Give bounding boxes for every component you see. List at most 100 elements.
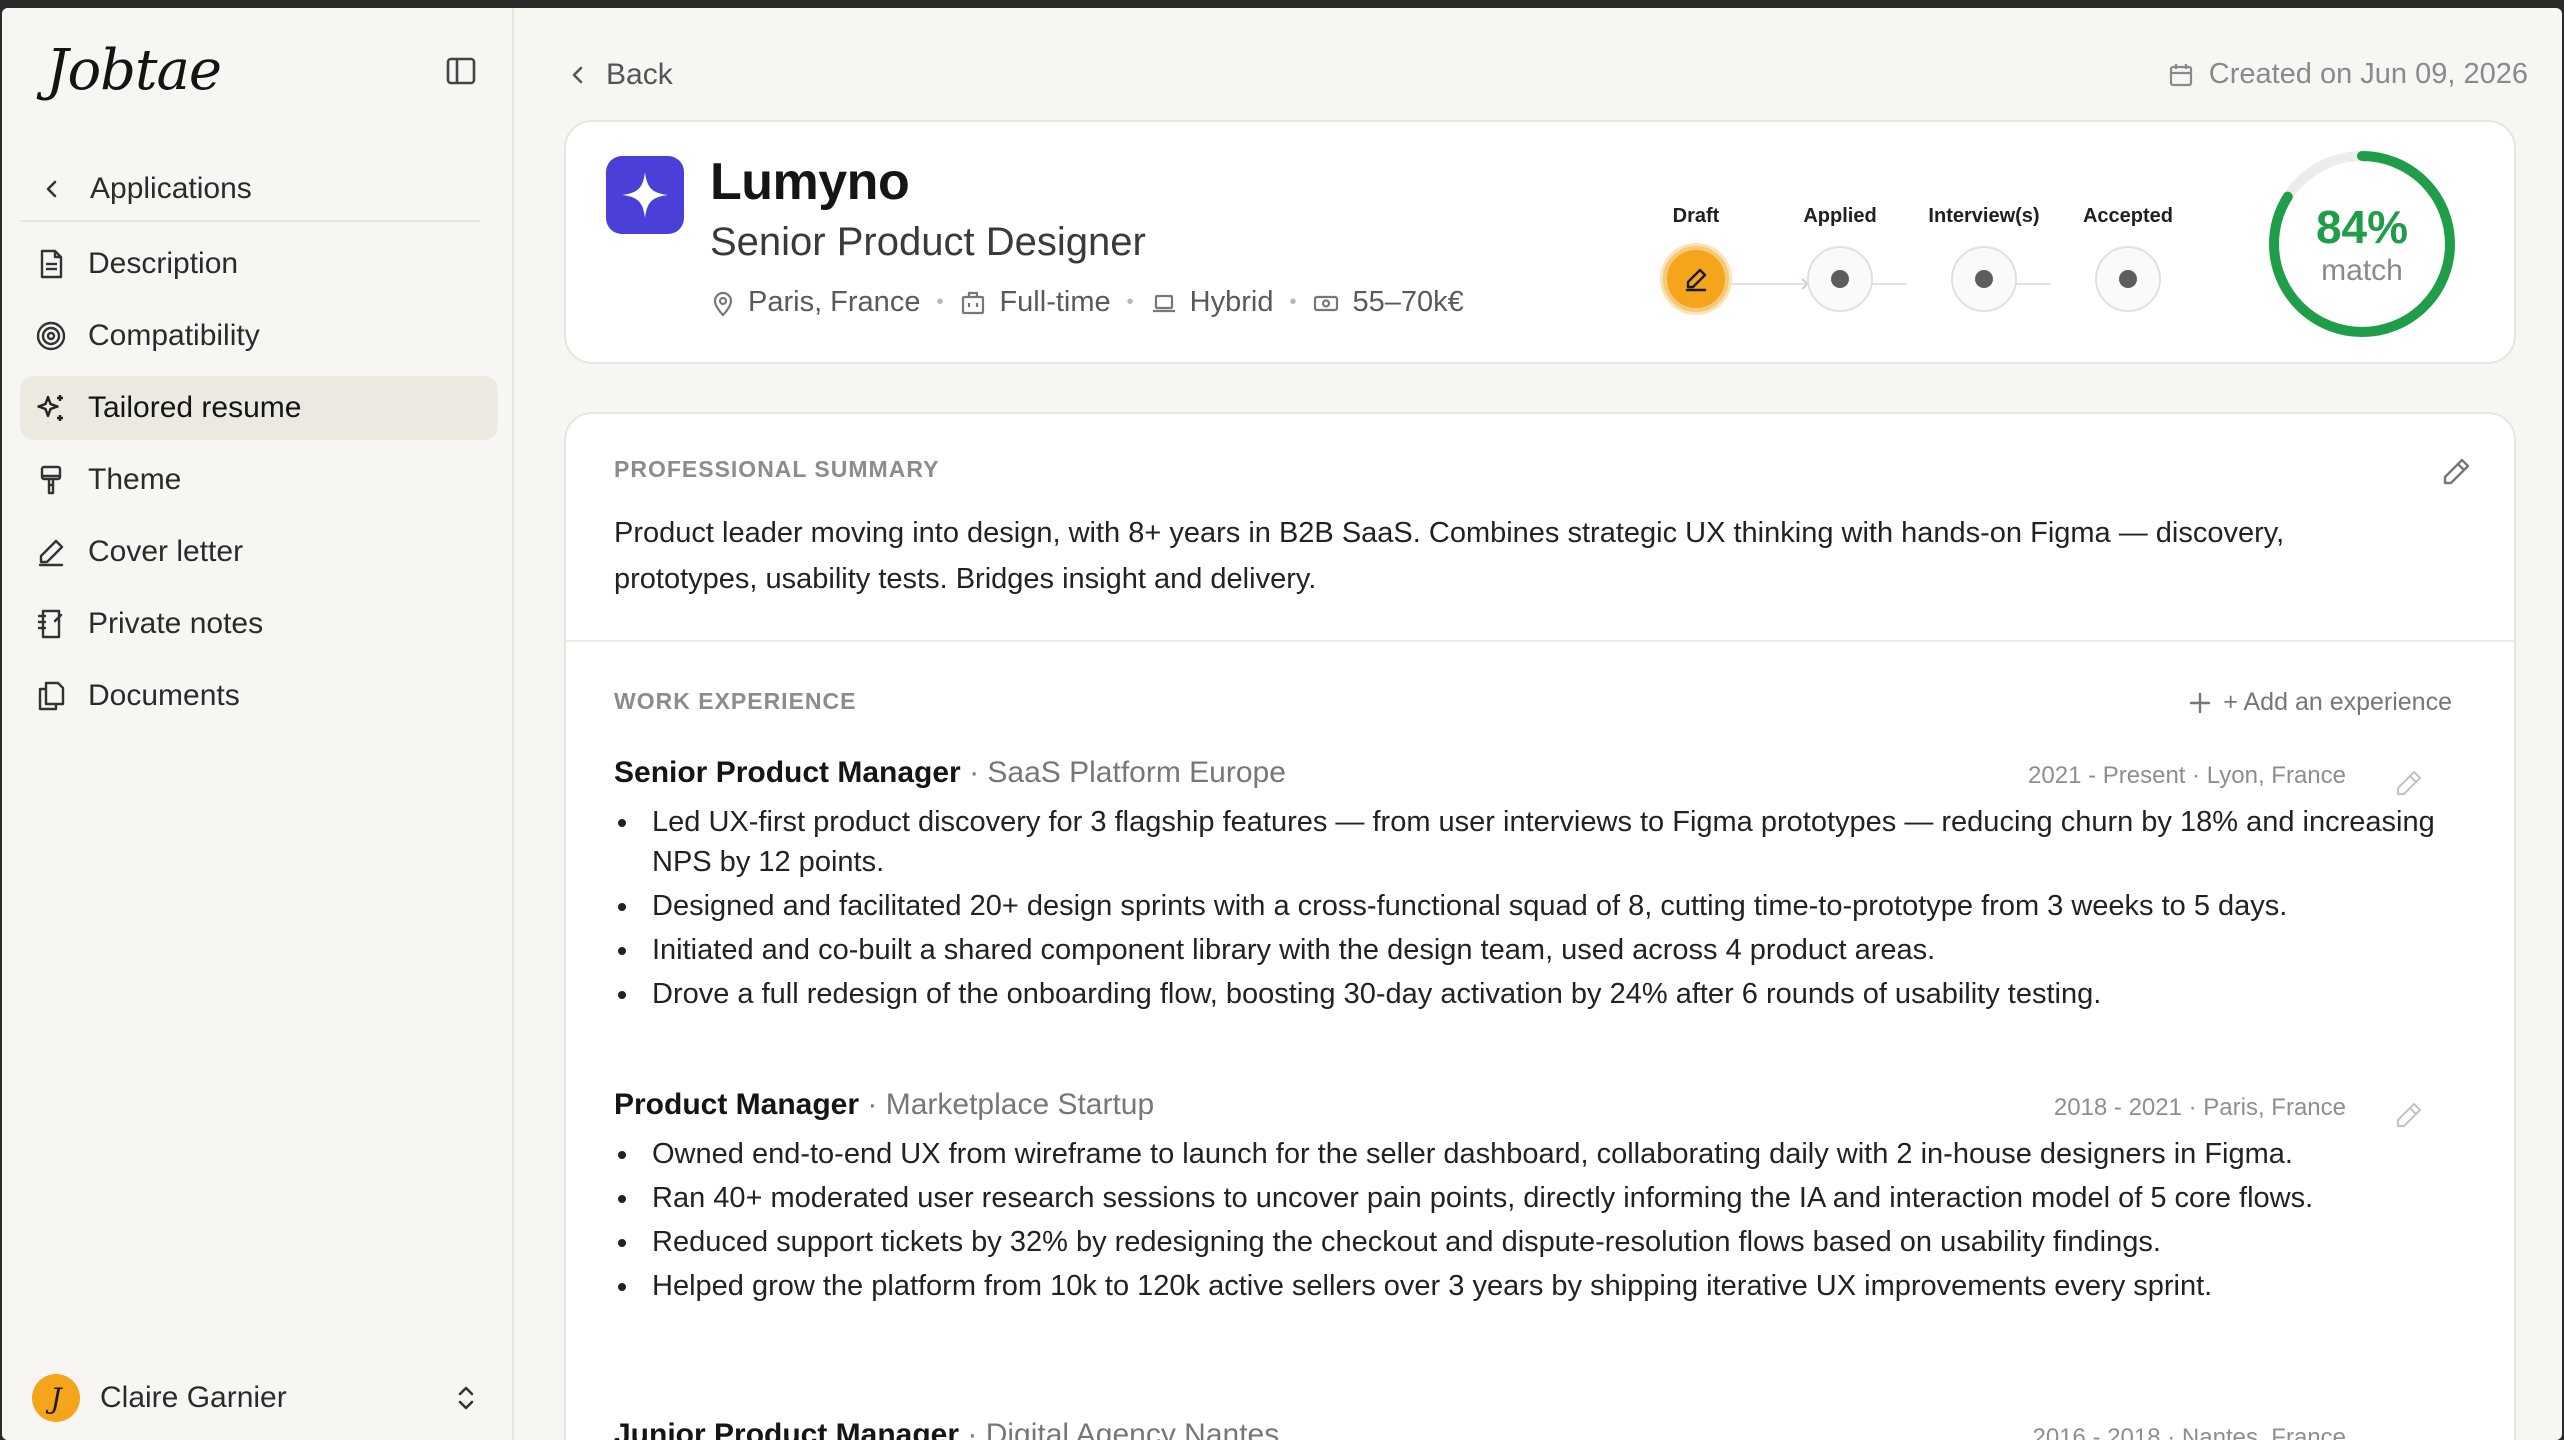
pencil-icon [34,535,68,569]
step-current-indicator [1663,246,1729,312]
job-salary: 55–70k€ [1312,286,1464,319]
avatar: J [32,1374,80,1422]
experience-item: Product Manager · Marketplace Startup 20… [614,1088,2436,1310]
app-logo[interactable]: Jobtae [46,38,222,103]
summary-text: Product leader moving into design, with … [614,517,2285,595]
money-icon [1314,295,1339,311]
chevron-up-down-icon [450,1382,482,1414]
company-logo [606,156,684,234]
job-contract: Full-time [959,286,1111,319]
experience-bullet: Reduced support tickets by 32% by redesi… [614,1222,2436,1262]
experience-dates: 2021 - Present · Lyon, France [2028,762,2346,789]
laptop-icon [1152,294,1175,312]
app-window: Jobtae Applications Description Compatib… [2,8,2562,1440]
job-location: Paris, France [710,286,920,319]
back-label: Back [606,58,673,91]
sidebar-item-documents[interactable]: Documents [20,664,498,728]
experience-header: Product Manager · Marketplace Startup 20… [614,1088,2436,1134]
experience-dates: 2018 - 2021 · Paris, France [2053,1094,2346,1121]
job-header-card: Lumyno Senior Product Designer Paris, Fr… [564,120,2516,364]
step-interviews[interactable]: Interview(s) [1914,198,2054,312]
sidebar-item-description[interactable]: Description [20,232,498,296]
main-content: Back Created on Jun 09, 2026 Lumyno Seni… [516,8,2562,1440]
sidebar-nav: Applications Description Compatibility T… [20,158,498,736]
experience-bullet: Designed and facilitated 20+ design spri… [614,886,2436,926]
step-label: Interview(s) [1928,205,2040,227]
paint-brush-icon [34,463,68,497]
experience-dates: 2016 - 2018 · Nantes, France [2032,1424,2346,1440]
step-label: Applied [1803,205,1877,227]
experience-item: Senior Product Manager · SaaS Platform E… [614,756,2436,1018]
experience-bullet: Ran 40+ moderated user research sessions… [614,1178,2436,1218]
sidebar-back-label: Applications [90,172,252,205]
sidebar-item-private-notes[interactable]: Private notes [20,592,498,656]
experience-bullet: Initiated and co-built a shared componen… [614,930,2436,970]
experience-header: Junior Product Manager · Digital Agency … [614,1418,2436,1440]
topbar: Back Created on Jun 09, 2026 [516,8,2562,128]
experience-item: Junior Product Manager · Digital Agency … [614,1418,2436,1440]
chevron-left-icon [572,66,583,84]
job-salary-label: 55–70k€ [1352,286,1464,318]
resume-card: PROFESSIONAL SUMMARY Product leader movi… [564,412,2516,1440]
step-accepted[interactable]: Accepted [2058,198,2198,312]
step-indicator [1807,246,1873,312]
building-icon [962,291,985,314]
step-label: Accepted [2082,205,2174,227]
sidebar-toggle-icon[interactable] [444,54,478,88]
sidebar-back-applications[interactable]: Applications [20,158,480,222]
job-role: Senior Product Designer [710,220,1146,264]
calendar-icon [2169,63,2192,86]
add-experience-button[interactable]: + Add an experience [2187,688,2452,717]
edit-experience-icon[interactable] [2392,1098,2426,1132]
experience-company: Digital Agency Nantes [985,1418,1280,1440]
notebook-icon [34,607,68,641]
target-icon [34,319,68,353]
experience-company: SaaS Platform Europe [987,756,1286,789]
sidebar-item-label: Cover letter [88,535,244,568]
sidebar-item-tailored-resume[interactable]: Tailored resume [20,376,498,440]
sidebar-item-theme[interactable]: Theme [20,448,498,512]
experience-separator: · [959,1418,986,1440]
meta-separator: • [936,291,944,313]
experience-company: Marketplace Startup [885,1088,1155,1121]
experience-header: Senior Product Manager · SaaS Platform E… [614,756,2436,802]
experience-separator: · [859,1088,886,1121]
job-location-label: Paris, France [748,286,921,318]
user-name: Claire Garnier [100,1381,287,1414]
step-indicator [2095,246,2161,312]
company-name: Lumyno [710,153,910,211]
experience-title: Product Manager [614,1088,860,1121]
created-date-label: Created on Jun 09, 2026 [2208,58,2528,90]
experience-bullets: Owned end-to-end UX from wireframe to la… [614,1134,2436,1306]
copy-icon [34,679,68,713]
sidebar-item-cover-letter[interactable]: Cover letter [20,520,498,584]
experience-bullets: Led UX-first product discovery for 3 fla… [614,802,2436,1014]
summary-section-title: PROFESSIONAL SUMMARY [614,456,940,482]
pencil-icon [1685,268,1707,292]
experience-bullet: Led UX-first product discovery for 3 fla… [614,802,2436,882]
edit-experience-icon[interactable] [2392,766,2426,800]
match-score: 84% match [2264,146,2460,342]
step-label: Draft [1672,205,1720,227]
experience-title: Junior Product Manager [614,1418,960,1440]
add-experience-label: + Add an experience [2223,688,2452,716]
back-button[interactable]: Back [568,58,673,92]
map-pin-icon [713,291,733,317]
sidebar-item-label: Documents [88,679,240,712]
job-work-mode-label: Hybrid [1189,286,1274,318]
experience-bullet: Helped grow the platform from 10k to 120… [614,1266,2436,1306]
sidebar: Jobtae Applications Description Compatib… [2,8,514,1440]
created-date: Created on Jun 09, 2026 [2167,58,2528,91]
plus-icon [2190,692,2211,713]
user-menu[interactable]: J Claire Garnier [32,1366,482,1430]
experience-bullet: Drove a full redesign of the onboarding … [614,974,2436,1014]
step-applied[interactable]: Applied [1770,198,1910,312]
step-draft[interactable]: Draft [1626,198,1766,312]
step-indicator [1951,246,2017,312]
sidebar-item-label: Theme [88,463,182,496]
sidebar-item-label: Tailored resume [88,391,302,424]
edit-summary-icon[interactable] [2438,454,2474,490]
sidebar-item-compatibility[interactable]: Compatibility [20,304,498,368]
experience-bullet: Owned end-to-end UX from wireframe to la… [614,1134,2436,1174]
sparkles-icon [34,391,68,425]
